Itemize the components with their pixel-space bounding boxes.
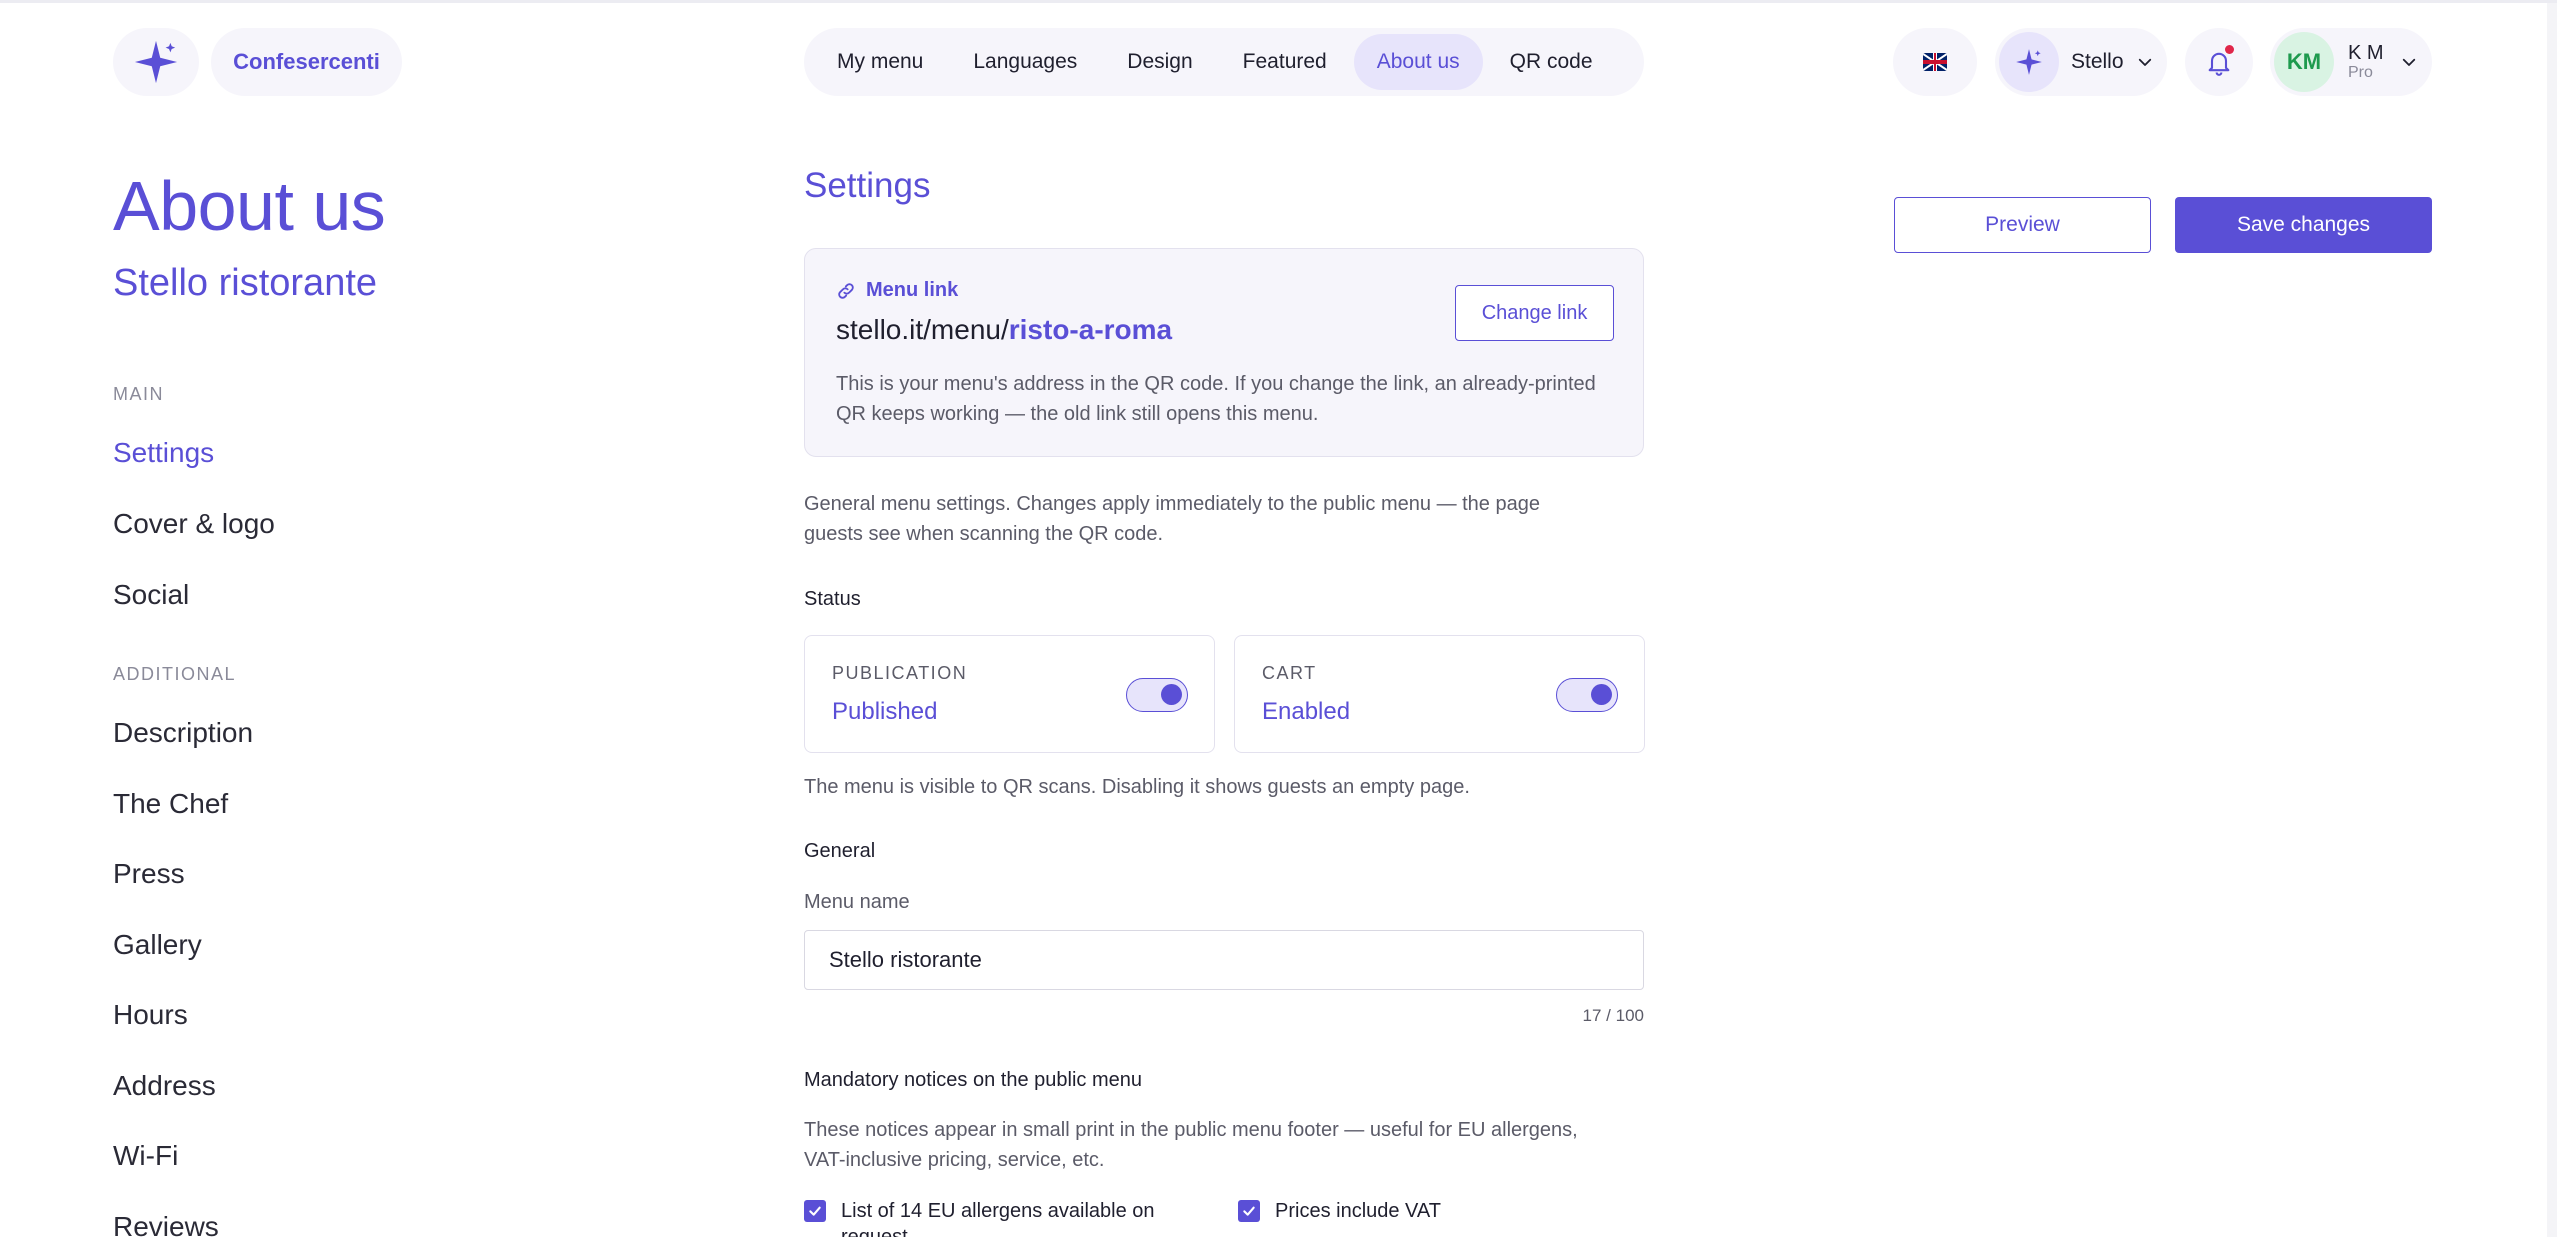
cart-caption: CART xyxy=(1262,663,1317,683)
nav-item-my-menu[interactable]: My menu xyxy=(814,34,946,90)
link-icon xyxy=(838,282,854,299)
checkmark-icon xyxy=(809,1206,821,1216)
publication-toggle[interactable] xyxy=(1126,678,1188,712)
nav-item-qr-code[interactable]: QR code xyxy=(1487,34,1616,90)
sidebar-item-the-chef[interactable]: The Chef xyxy=(113,788,228,820)
brand-logo-button[interactable] xyxy=(113,28,199,96)
nav-item-design[interactable]: Design xyxy=(1104,34,1215,90)
user-menu-button[interactable]: KM K M Pro xyxy=(2270,28,2432,96)
menu-name-input[interactable] xyxy=(804,930,1644,990)
sidebar-item-settings[interactable]: Settings xyxy=(113,437,214,469)
vat-checkbox[interactable] xyxy=(1238,1200,1260,1222)
status-heading: Status xyxy=(804,588,861,610)
sidebar-item-cover-logo[interactable]: Cover & logo xyxy=(113,508,275,540)
general-heading: General xyxy=(804,840,876,862)
cart-value: Enabled xyxy=(1262,698,1351,725)
sidebar-section-additional: ADDITIONAL xyxy=(113,664,237,684)
notifications-button[interactable] xyxy=(2185,28,2253,96)
publication-value: Published xyxy=(832,698,938,725)
user-plan: Pro xyxy=(2348,64,2373,81)
status-help-text: The menu is visible to QR scans. Disabli… xyxy=(804,776,1470,798)
cart-toggle[interactable] xyxy=(1556,678,1618,712)
settings-intro: General menu settings. Changes apply imm… xyxy=(804,493,1540,545)
sparkle-icon xyxy=(134,40,178,84)
venue-switcher-button[interactable]: Stello xyxy=(1995,28,2167,96)
toggle-knob xyxy=(1591,684,1612,705)
menu-link-label: Menu link xyxy=(836,279,958,302)
notices-heading: Mandatory notices on the public menu xyxy=(804,1069,1142,1091)
user-name: K M xyxy=(2348,42,2384,64)
chevron-down-icon xyxy=(2136,53,2154,71)
sidebar-item-description[interactable]: Description xyxy=(113,717,253,749)
uk-flag-icon xyxy=(1923,53,1947,71)
sidebar-item-address[interactable]: Address xyxy=(113,1070,216,1102)
menu-name-counter: 17 / 100 xyxy=(1582,1006,1644,1025)
nav-item-about-us[interactable]: About us xyxy=(1353,34,1483,90)
section-title: Settings xyxy=(804,166,931,205)
sidebar-item-press[interactable]: Press xyxy=(113,858,185,890)
main-nav: My menu Languages Design Featured About … xyxy=(804,28,1644,96)
checkmark-icon xyxy=(1243,1206,1255,1216)
page-title: About us xyxy=(113,167,386,245)
allergens-checkbox[interactable] xyxy=(804,1200,826,1222)
vat-checkbox-label: Prices include VAT xyxy=(1275,1200,1441,1222)
menu-link-slug: risto-a-roma xyxy=(1008,314,1173,345)
sparkle-icon xyxy=(2016,49,2042,75)
publication-caption: PUBLICATION xyxy=(832,663,968,683)
page-subtitle: Stello ristorante xyxy=(113,262,378,304)
brand-name-button[interactable]: Confesercenti xyxy=(211,28,402,96)
menu-name-label: Menu name xyxy=(804,891,910,913)
venue-name: Stello xyxy=(2071,50,2124,73)
change-link-button[interactable]: Change link xyxy=(1455,285,1614,341)
sidebar-item-wifi[interactable]: Wi-Fi xyxy=(113,1140,178,1172)
sidebar-item-social[interactable]: Social xyxy=(113,579,189,611)
menu-link-card: Menu link stello.it/menu/risto-a-roma Ch… xyxy=(804,248,1644,457)
cart-card: CART Enabled xyxy=(1234,635,1645,753)
menu-link-url[interactable]: stello.it/menu/risto-a-roma xyxy=(836,314,1172,346)
nav-item-languages[interactable]: Languages xyxy=(950,34,1100,90)
nav-item-featured[interactable]: Featured xyxy=(1220,34,1350,90)
allergens-checkbox-label: List of 14 EU allergens available on req… xyxy=(841,1200,1155,1237)
toggle-knob xyxy=(1161,684,1182,705)
sidebar-item-reviews[interactable]: Reviews xyxy=(113,1211,219,1237)
chevron-down-icon xyxy=(2400,53,2418,71)
vat-checkbox-row[interactable]: Prices include VAT xyxy=(1238,1198,1595,1224)
menu-link-prefix: stello.it/menu/ xyxy=(836,314,1009,345)
page-scrollbar[interactable] xyxy=(2547,3,2557,1237)
sidebar-item-gallery[interactable]: Gallery xyxy=(113,929,202,961)
allergens-checkbox-row[interactable]: List of 14 EU allergens available on req… xyxy=(804,1198,1161,1237)
sidebar-item-hours[interactable]: Hours xyxy=(113,999,188,1031)
menu-link-note: This is your menu's address in the QR co… xyxy=(836,373,1596,425)
publication-card: PUBLICATION Published xyxy=(804,635,1215,753)
preview-button[interactable]: Preview xyxy=(1894,197,2151,253)
sidebar-section-main: MAIN xyxy=(113,384,164,404)
menu-link-label-text: Menu link xyxy=(866,279,959,301)
notices-description: These notices appear in small print in t… xyxy=(804,1119,1578,1171)
avatar: KM xyxy=(2274,32,2334,92)
notification-dot xyxy=(2225,45,2234,54)
top-border xyxy=(0,0,2557,3)
save-changes-button[interactable]: Save changes xyxy=(2175,197,2432,253)
venue-avatar xyxy=(1999,32,2059,92)
language-switcher-button[interactable] xyxy=(1893,28,1977,96)
